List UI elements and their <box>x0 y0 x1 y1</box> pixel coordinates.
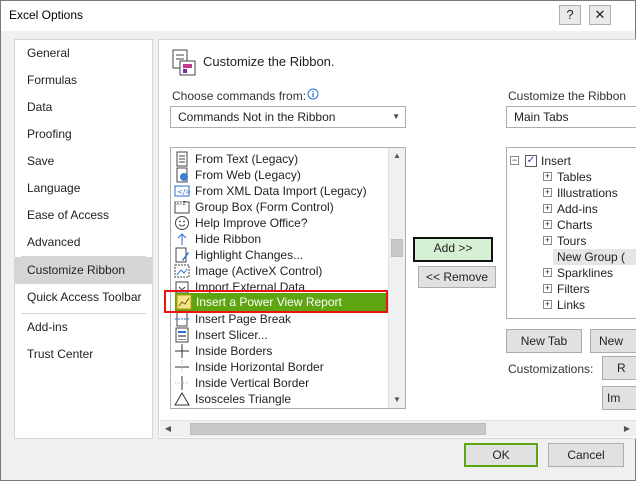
list-item[interactable]: Inside Horizontal Border <box>171 359 387 375</box>
tree-item-insert[interactable]: − ✓ Insert <box>510 153 636 169</box>
list-item[interactable]: Inside Borders <box>171 343 387 359</box>
scroll-down-icon[interactable]: ▼ <box>389 392 405 408</box>
list-item[interactable]: Help Improve Office? <box>171 215 387 231</box>
scroll-thumb[interactable] <box>391 239 403 257</box>
collapse-icon[interactable]: − <box>510 156 519 165</box>
page-break-icon <box>174 311 190 327</box>
ribbon-tree[interactable]: − ✓ Insert + Tables + Illustrations + Ad… <box>506 147 636 319</box>
new-tab-button[interactable]: New Tab <box>506 329 582 353</box>
ribbon-tabs-value: Main Tabs <box>514 110 569 124</box>
ribbon-tabs-dropdown[interactable]: Main Tabs <box>506 106 636 128</box>
expand-icon[interactable]: + <box>543 284 552 293</box>
nav-item-general[interactable]: General <box>15 40 152 67</box>
group-box-icon: XYZ <box>174 199 190 215</box>
expand-icon[interactable]: + <box>543 300 552 309</box>
scroll-thumb[interactable] <box>190 423 486 435</box>
nav-item-save[interactable]: Save <box>15 148 152 175</box>
hide-ribbon-icon <box>174 231 190 247</box>
list-item[interactable]: Hide Ribbon <box>171 231 387 247</box>
highlight-annotation-box <box>164 290 388 313</box>
panel-horizontal-scrollbar[interactable]: ◀ ▶ <box>160 420 636 437</box>
list-item[interactable]: XYZ Group Box (Form Control) <box>171 199 387 215</box>
scroll-left-icon[interactable]: ◀ <box>160 421 176 437</box>
list-item[interactable]: Highlight Changes... <box>171 247 387 263</box>
options-nav: General Formulas Data Proofing Save Lang… <box>14 39 153 439</box>
expand-icon[interactable]: + <box>543 204 552 213</box>
nav-item-formulas[interactable]: Formulas <box>15 67 152 94</box>
remove-button[interactable]: << Remove <box>418 266 496 288</box>
smiley-icon <box>174 215 190 231</box>
cancel-button[interactable]: Cancel <box>548 443 624 467</box>
svg-text:XYZ: XYZ <box>176 201 186 207</box>
expand-icon[interactable]: + <box>543 188 552 197</box>
nav-item-language[interactable]: Language <box>15 175 152 202</box>
expand-icon[interactable]: + <box>543 236 552 245</box>
choose-commands-label: Choose commands from: <box>172 89 307 103</box>
nav-item-add-ins[interactable]: Add-ins <box>15 314 152 341</box>
new-group-button[interactable]: New <box>590 329 636 353</box>
nav-item-ease-of-access[interactable]: Ease of Access <box>15 202 152 229</box>
list-item[interactable]: Insert Page Break <box>171 311 387 327</box>
customize-ribbon-icon <box>171 48 197 78</box>
inside-horizontal-border-icon <box>174 359 190 375</box>
nav-item-data[interactable]: Data <box>15 94 152 121</box>
list-item[interactable]: Isosceles Triangle <box>171 391 387 407</box>
list-item[interactable]: Insert Slicer... <box>171 327 387 343</box>
image-icon <box>174 263 190 279</box>
chevron-down-icon: ▼ <box>392 112 400 121</box>
nav-item-trust-center[interactable]: Trust Center <box>15 341 152 368</box>
page-heading: Customize the Ribbon. <box>203 54 335 69</box>
nav-item-customize-ribbon[interactable]: Customize Ribbon <box>15 257 152 284</box>
scroll-right-icon[interactable]: ▶ <box>619 421 635 437</box>
nav-item-quick-access-toolbar[interactable]: Quick Access Toolbar <box>15 284 152 311</box>
tree-item-new-group[interactable]: New Group ( <box>553 249 636 265</box>
scroll-up-icon[interactable]: ▲ <box>389 148 405 164</box>
reset-button[interactable]: R <box>602 356 636 380</box>
customize-ribbon-panel: Customize the Ribbon. Choose commands fr… <box>158 39 636 439</box>
nav-item-proofing[interactable]: Proofing <box>15 121 152 148</box>
triangle-icon <box>174 391 190 407</box>
slicer-icon <box>174 327 190 343</box>
expand-icon[interactable]: + <box>543 220 552 229</box>
list-item[interactable]: Image (ActiveX Control) <box>171 263 387 279</box>
help-button[interactable]: ? <box>559 5 581 25</box>
commands-list-scrollbar[interactable]: ▲ ▼ <box>388 148 405 408</box>
ok-button[interactable]: OK <box>464 443 538 467</box>
svg-text:</>: </> <box>177 188 190 196</box>
expand-icon[interactable]: + <box>543 172 552 181</box>
inside-borders-icon <box>174 343 190 359</box>
highlight-icon <box>174 247 190 263</box>
list-item[interactable]: From Web (Legacy) <box>171 167 387 183</box>
nav-item-advanced[interactable]: Advanced <box>15 229 152 256</box>
customize-ribbon-label: Customize the Ribbon <box>508 89 627 103</box>
info-icon[interactable] <box>307 88 319 100</box>
commands-list[interactable]: From Text (Legacy) From Web (Legacy) </>… <box>170 147 406 409</box>
checkbox-checked-icon[interactable]: ✓ <box>525 155 537 167</box>
excel-options-dialog: Excel Options ? ✕ General Formulas Data … <box>0 0 636 481</box>
choose-commands-dropdown[interactable]: Commands Not in the Ribbon ▼ <box>170 106 406 128</box>
import-export-button[interactable]: Im <box>602 386 636 410</box>
expand-icon[interactable]: + <box>543 268 552 277</box>
list-item[interactable]: From Text (Legacy) <box>171 151 387 167</box>
title-bar: Excel Options ? ✕ <box>1 1 635 31</box>
list-item[interactable]: Inside Vertical Border <box>171 375 387 391</box>
document-icon <box>174 151 190 167</box>
customizations-label: Customizations: <box>508 362 594 376</box>
list-item[interactable]: </> From XML Data Import (Legacy) <box>171 183 387 199</box>
xml-icon: </> <box>174 183 190 199</box>
window-title: Excel Options <box>9 8 84 22</box>
close-button[interactable]: ✕ <box>589 5 611 25</box>
choose-commands-value: Commands Not in the Ribbon <box>178 110 336 124</box>
web-icon <box>174 167 190 183</box>
add-button[interactable]: Add >> <box>413 237 493 262</box>
inside-vertical-border-icon <box>174 375 190 391</box>
